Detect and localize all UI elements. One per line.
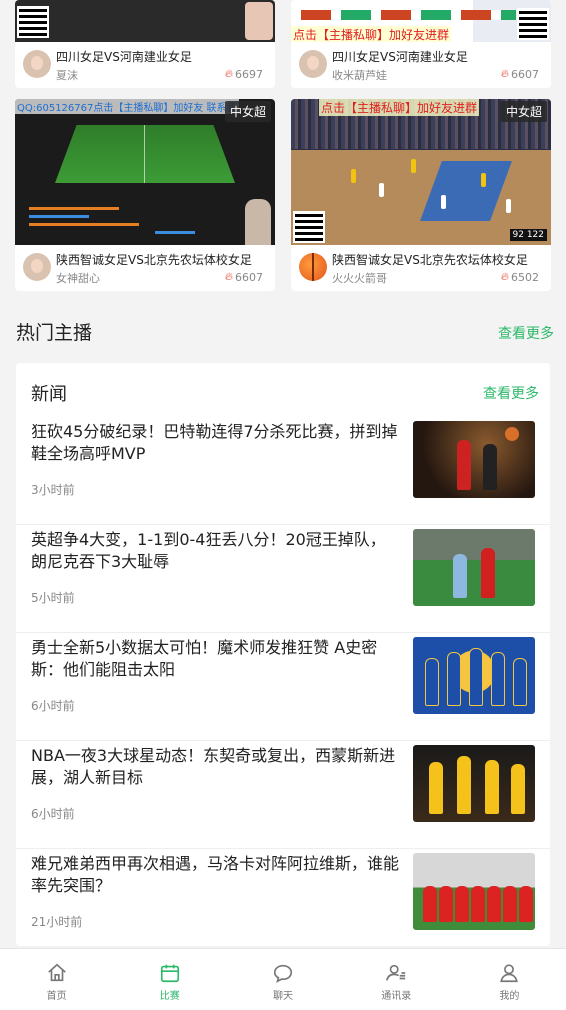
stream-title: 陕西智诚女足VS北京先农坛体校女足 [56,253,252,267]
news-time: 3小时前 [31,483,75,497]
news-headline: 狂砍45分破纪录！巴特勒连得7分杀死比赛，拼到掉鞋全场高呼MVP [31,422,398,463]
stream-host: 收米葫芦娃 [332,69,387,82]
stream-card[interactable]: 四川女足VS河南建业女足 夏沫 🔥︎ 6697 [15,0,275,88]
tab-label: 首页 [46,991,67,1002]
qr-code-icon [17,6,49,38]
tab-label: 通讯录 [381,991,412,1002]
view-more-news-link[interactable]: 查看更多 [483,383,539,403]
contacts-icon [386,964,406,981]
pitch-graphic [55,125,235,183]
bottom-tab-bar: 首页 比赛 聊天 通讯录 我的 [0,948,566,1010]
heat-count: 🔥︎ 6697 [224,67,263,81]
score-box: 92 122 [509,229,547,241]
news-thumbnail [413,529,535,606]
promo-text: 点击【主播私聊】加好友进群 [291,26,452,42]
tab-profile[interactable]: 我的 [453,949,566,1010]
streamer-face [245,199,271,245]
stream-thumbnail: 点击【主播私聊】加好友进群 [291,0,551,42]
tab-contacts[interactable]: 通讯录 [340,949,453,1010]
stream-thumbnail [15,0,275,42]
news-item[interactable]: NBA一夜3大球星动态！东契奇或复出，西蒙斯新进展，湖人新目标 6小时前 [16,741,550,849]
news-headline: NBA一夜3大球星动态！东契奇或复出，西蒙斯新进展，湖人新目标 [31,746,396,787]
league-badge: 中女超 [224,101,271,122]
news-item[interactable]: 狂砍45分破纪录！巴特勒连得7分杀死比赛，拼到掉鞋全场高呼MVP 3小时前 [16,417,550,525]
avatar [23,50,51,78]
news-section-title: 新闻 [31,384,67,405]
main-scroll[interactable]: 四川女足VS河南建业女足 夏沫 🔥︎ 6697 点击【主播私聊】加好友进群 四川女… [0,0,566,948]
flame-icon: 🔥︎ [224,270,233,283]
heat-count: 🔥︎ 6607 [224,270,263,284]
user-icon [500,964,519,983]
stream-title: 四川女足VS河南建业女足 [332,50,468,64]
qr-code-icon [293,211,325,243]
stream-host: 火火火箭哥 [332,272,387,285]
news-thumbnail [413,421,535,498]
section-title-hot-anchors: 热门主播 [16,322,93,344]
stream-title: 陕西智诚女足VS北京先农坛体校女足 [332,253,528,267]
flame-icon: 🔥︎ [224,67,233,80]
league-badge: 中女超 [500,101,547,122]
news-time: 5小时前 [31,591,75,605]
news-card: 新闻 查看更多 狂砍45分破纪录！巴特勒连得7分杀死比赛，拼到掉鞋全场高呼MVP… [16,363,550,946]
avatar [299,50,327,78]
flame-icon: 🔥︎ [500,67,509,80]
news-time: 21小时前 [31,915,83,929]
promo-text: QQ:605126767点击【主播私聊】加好友 联系我 [15,99,239,114]
news-thumbnail [413,853,535,930]
qr-code-icon [517,8,549,40]
news-item[interactable]: 英超争4大变，1-1到0-4狂丢八分！20冠王掉队，朗尼克吞下3大耻辱 5小时前 [16,525,550,633]
heat-count: 🔥︎ 6607 [500,67,539,81]
tab-home[interactable]: 首页 [0,949,113,1010]
news-thumbnail [413,637,535,714]
avatar [299,253,327,281]
stream-host: 夏沫 [56,69,78,82]
news-item[interactable]: 难兄难弟西甲再次相遇，马洛卡对阵阿拉维斯，谁能率先突围？ 21小时前 [16,849,550,948]
tab-matches[interactable]: 比赛 [113,949,226,1010]
view-more-anchors-link[interactable]: 查看更多 [498,323,554,343]
home-icon [47,963,66,982]
streamer-face [245,2,273,40]
news-item[interactable]: 勇士全新5小数据太可怕！魔术师发推狂赞 A史密斯：他们能阻击太阳 6小时前 [16,633,550,741]
promo-text: 点击【主播私聊】加好友进群 [319,99,480,116]
news-headline: 英超争4大变，1-1到0-4狂丢八分！20冠王掉队，朗尼克吞下3大耻辱 [31,530,386,571]
news-time: 6小时前 [31,807,75,821]
calendar-icon [160,964,179,983]
stream-thumbnail: 92 122 点击【主播私聊】加好友进群 中女超 [291,99,551,245]
stream-title: 四川女足VS河南建业女足 [56,50,192,64]
tab-label: 聊天 [273,991,293,1002]
tab-label: 我的 [499,991,520,1002]
news-headline: 勇士全新5小数据太可怕！魔术师发推狂赞 A史密斯：他们能阻击太阳 [31,638,378,679]
heat-count: 🔥︎ 6502 [500,270,539,284]
news-thumbnail [413,745,535,822]
stream-card[interactable]: 92 122 点击【主播私聊】加好友进群 中女超 陕西智诚女足VS北京先农坛体校… [291,99,551,291]
flame-icon: 🔥︎ [500,270,509,283]
stream-card[interactable]: 点击【主播私聊】加好友进群 四川女足VS河南建业女足 收米葫芦娃 🔥︎ 6607 [291,0,551,88]
sponsor-logos [301,10,516,20]
news-time: 6小时前 [31,699,75,713]
stream-thumbnail: QQ:605126767点击【主播私聊】加好友 联系我 中女超 [15,99,275,245]
chat-bubble-icon [273,964,293,983]
news-headline: 难兄难弟西甲再次相遇，马洛卡对阵阿拉维斯，谁能率先突围？ [31,854,400,895]
tab-chat[interactable]: 聊天 [226,949,339,1010]
avatar [23,253,51,281]
stream-host: 女神甜心 [56,272,100,285]
tab-label: 比赛 [159,991,180,1002]
stream-card[interactable]: QQ:605126767点击【主播私聊】加好友 联系我 中女超 陕西智诚女足VS… [15,99,275,291]
